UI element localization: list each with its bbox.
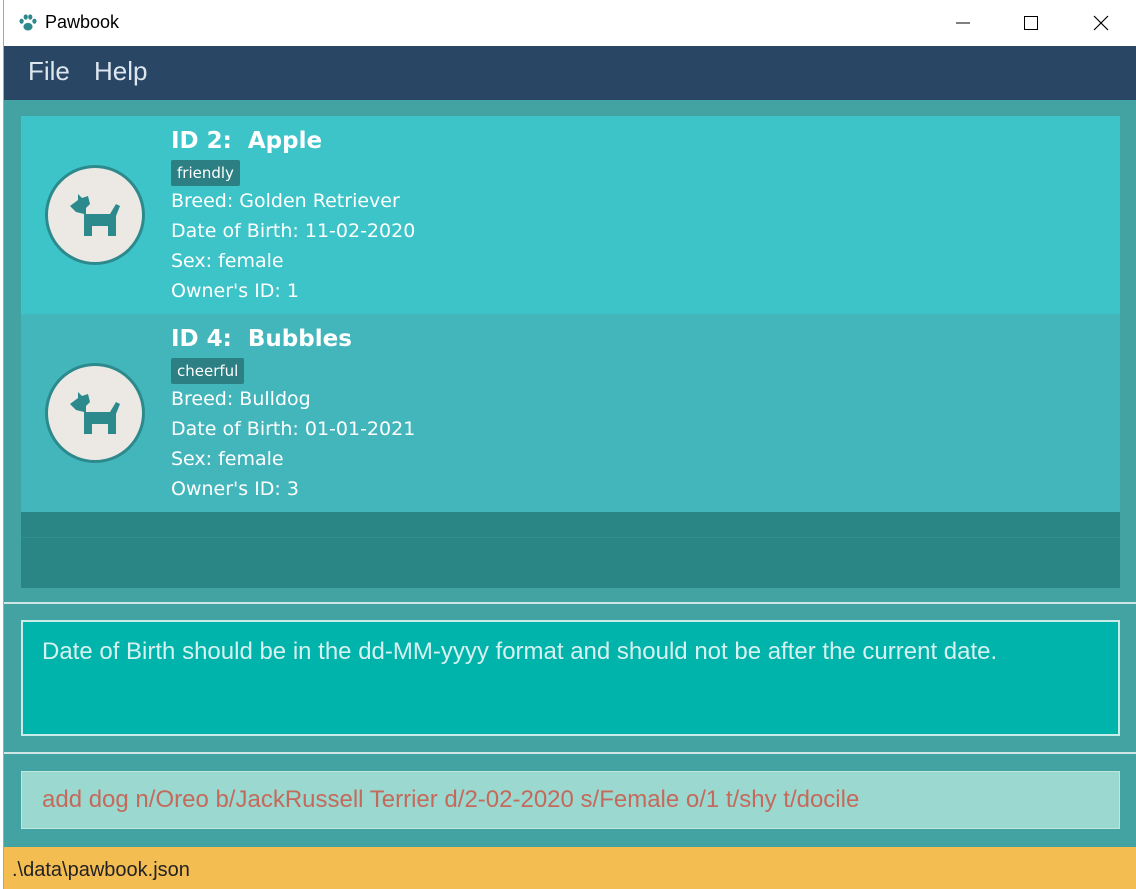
empty-list-row <box>21 512 1120 538</box>
maximize-button[interactable] <box>996 0 1066 46</box>
title-bar[interactable]: Pawbook <box>4 0 1136 46</box>
dog-card[interactable]: ID 2: Apple friendly Breed: Golden Retri… <box>21 116 1120 314</box>
dog-sex: Sex: female <box>171 448 284 470</box>
dog-title: ID 4: Bubbles <box>171 326 352 352</box>
main-area: ID 2: Apple friendly Breed: Golden Retri… <box>4 100 1136 847</box>
dog-breed: Breed: Bulldog <box>171 388 311 410</box>
dog-title: ID 2: Apple <box>171 128 323 154</box>
maximize-icon <box>1024 16 1038 30</box>
menu-help[interactable]: Help <box>94 56 147 87</box>
close-icon <box>1093 15 1109 31</box>
entity-list[interactable]: ID 2: Apple friendly Breed: Golden Retri… <box>21 116 1120 588</box>
close-button[interactable] <box>1066 0 1136 46</box>
tag-badge: friendly <box>171 160 240 186</box>
minimize-icon <box>956 22 970 24</box>
dog-owner: Owner's ID: 3 <box>171 478 299 500</box>
dog-card[interactable]: ID 4: Bubbles cheerful Breed: Bulldog Da… <box>21 314 1120 512</box>
entity-list-panel: ID 2: Apple friendly Breed: Golden Retri… <box>4 100 1136 604</box>
dog-dob: Date of Birth: 01-01-2021 <box>171 418 416 440</box>
menu-bar: File Help <box>4 46 1136 100</box>
result-display[interactable]: Date of Birth should be in the dd-MM-yyy… <box>21 620 1120 736</box>
dog-breed: Breed: Golden Retriever <box>171 190 400 212</box>
status-bar: .\data\pawbook.json <box>4 847 1136 889</box>
save-file-path: .\data\pawbook.json <box>12 859 190 881</box>
paw-icon <box>19 14 37 31</box>
dog-sex: Sex: female <box>171 250 284 272</box>
avatar <box>45 363 145 463</box>
app-window: Pawbook File Help ID 2: Apple friendly B… <box>3 0 1136 889</box>
dog-icon <box>70 194 120 236</box>
result-message: Date of Birth should be in the dd-MM-yyy… <box>42 638 998 665</box>
menu-file[interactable]: File <box>28 56 70 87</box>
command-panel: add dog n/Oreo b/JackRussell Terrier d/2… <box>4 754 1136 847</box>
window-title: Pawbook <box>45 12 120 32</box>
avatar <box>45 165 145 265</box>
minimize-button[interactable] <box>928 0 998 46</box>
dog-owner: Owner's ID: 1 <box>171 280 299 302</box>
result-panel: Date of Birth should be in the dd-MM-yyy… <box>4 604 1136 754</box>
command-input-text: add dog n/Oreo b/JackRussell Terrier d/2… <box>42 786 860 813</box>
command-input[interactable]: add dog n/Oreo b/JackRussell Terrier d/2… <box>21 771 1120 829</box>
dog-icon <box>70 392 120 434</box>
tag-badge: cheerful <box>171 358 245 384</box>
dog-dob: Date of Birth: 11-02-2020 <box>171 220 416 242</box>
